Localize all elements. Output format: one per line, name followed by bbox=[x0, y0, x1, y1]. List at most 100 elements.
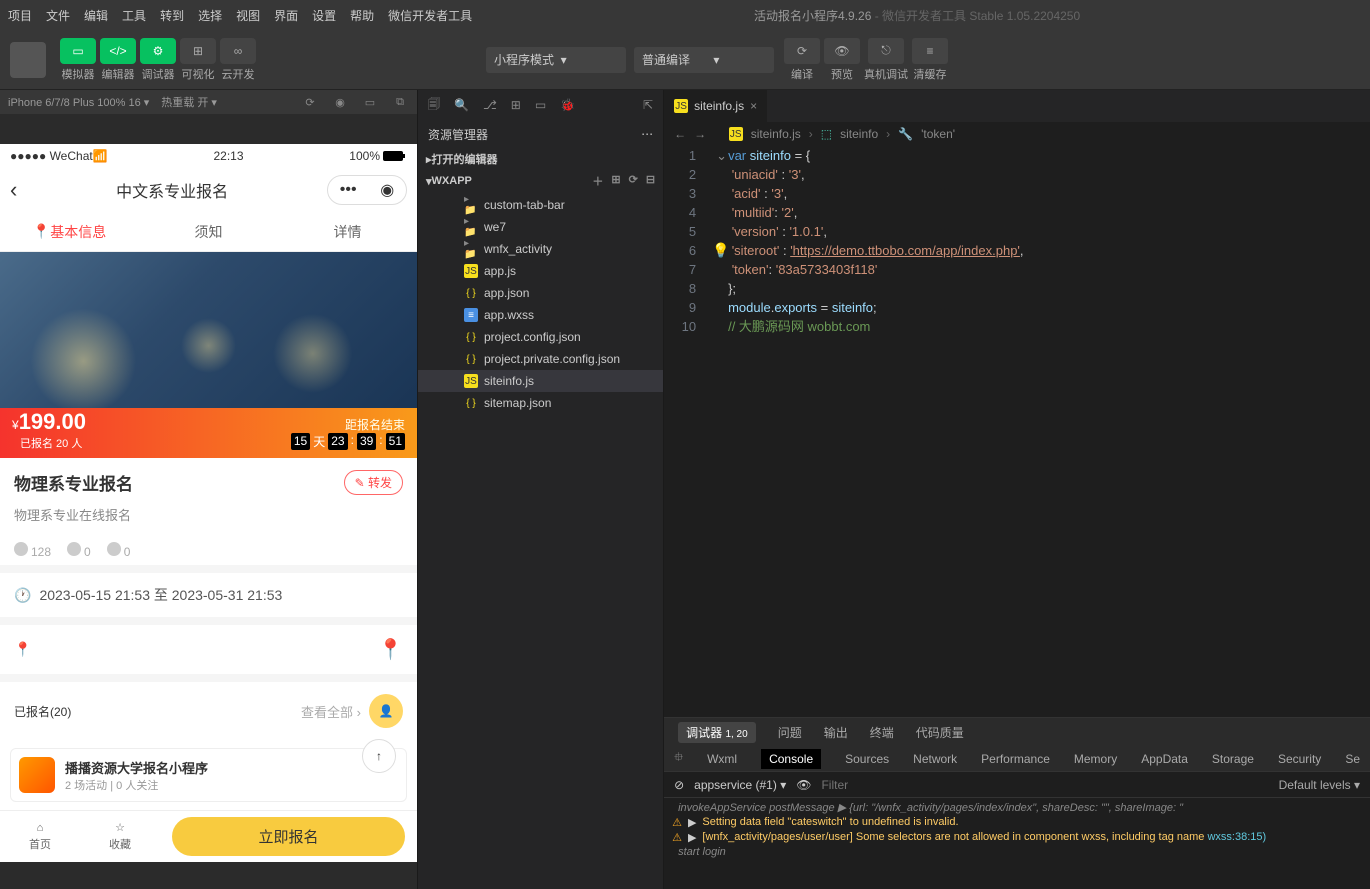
sub-storage[interactable]: Storage bbox=[1212, 752, 1254, 766]
file-siteinfo.js[interactable]: JS siteinfo.js bbox=[418, 370, 663, 392]
preview-icon[interactable]: 👁 bbox=[824, 38, 860, 64]
map-pin-icon[interactable]: 📍 bbox=[378, 637, 403, 662]
dbg-tab-terminal[interactable]: 终端 bbox=[870, 724, 894, 741]
clear-cache-icon[interactable]: ≡ bbox=[912, 38, 948, 64]
context-select[interactable]: appservice (#1) ▾ bbox=[694, 778, 786, 792]
ext2-icon[interactable]: ▭ bbox=[535, 98, 546, 112]
search-icon[interactable]: 🔍 bbox=[454, 98, 469, 112]
clear-icon[interactable]: ⊘ bbox=[674, 778, 684, 792]
sub-console[interactable]: Console bbox=[761, 749, 821, 769]
location-row[interactable]: 📍📍 bbox=[0, 617, 417, 674]
compile-mode-select[interactable]: 小程序模式 ▾ bbox=[486, 47, 626, 73]
debugger-button[interactable]: ⚙ bbox=[140, 38, 176, 64]
cloud-button[interactable]: ∞ bbox=[220, 38, 256, 64]
file-project.private.config.json[interactable]: { } project.private.config.json bbox=[418, 348, 663, 370]
collapse-icon[interactable]: ⊟ bbox=[646, 173, 655, 189]
menu-item[interactable]: 工具 bbox=[122, 7, 146, 24]
compile-icon[interactable]: ⟳ bbox=[784, 38, 820, 64]
sub-appdata[interactable]: AppData bbox=[1141, 752, 1188, 766]
file-app.json[interactable]: { } app.json bbox=[418, 282, 663, 304]
tabbar-home[interactable]: ⌂首页 bbox=[0, 811, 80, 862]
dbg-tab-problems[interactable]: 问题 bbox=[778, 724, 802, 741]
enrolled-row[interactable]: 已报名(20) 查看全部 › 👤 bbox=[0, 674, 417, 740]
view-all-link[interactable]: 查看全部 › bbox=[301, 702, 361, 721]
back-nav-icon[interactable]: ← bbox=[674, 127, 686, 141]
menu-item[interactable]: 转到 bbox=[160, 7, 184, 24]
filter-input[interactable] bbox=[821, 778, 1268, 792]
file-project.config.json[interactable]: { } project.config.json bbox=[418, 326, 663, 348]
sub-network[interactable]: Network bbox=[913, 752, 957, 766]
git-icon[interactable]: ⎇ bbox=[483, 98, 497, 112]
file-sitemap.json[interactable]: { } sitemap.json bbox=[418, 392, 663, 414]
capsule-menu[interactable]: •••◉ bbox=[327, 175, 407, 205]
share-button[interactable]: ✎ 转发 bbox=[344, 470, 403, 495]
tab-notice[interactable]: 须知 bbox=[139, 212, 278, 251]
open-editors-section[interactable]: ▸ 打开的编辑器 bbox=[418, 148, 663, 170]
editor-tab[interactable]: JSsiteinfo.js× bbox=[664, 90, 767, 122]
console-log[interactable]: invokeAppService postMessage ▶ {url: "/w… bbox=[664, 798, 1370, 889]
menu-item[interactable]: 帮助 bbox=[350, 7, 374, 24]
sub-wxml[interactable]: Wxml bbox=[707, 752, 737, 766]
hot-reload-toggle[interactable]: 热重载 开 ▾ bbox=[161, 94, 217, 110]
eye-icon[interactable]: 👁 bbox=[796, 778, 811, 792]
promo-card[interactable]: ↑ 播播资源大学报名小程序2 场活动 | 0 人关注 bbox=[10, 748, 407, 802]
file-we7[interactable]: ▸ 📁 we7 bbox=[418, 216, 663, 238]
refresh-tree-icon[interactable]: ⟳ bbox=[629, 173, 638, 189]
menu-item[interactable]: 选择 bbox=[198, 7, 222, 24]
clock-icon: 🕐 bbox=[14, 587, 31, 604]
file-wnfx_activity[interactable]: ▸ 📁 wnfx_activity bbox=[418, 238, 663, 260]
new-folder-icon[interactable]: ⊞ bbox=[611, 173, 620, 189]
device-icon[interactable]: ▭ bbox=[361, 93, 379, 111]
tabbar-fav[interactable]: ☆收藏 bbox=[80, 811, 160, 862]
menu-item[interactable]: 视图 bbox=[236, 7, 260, 24]
pin-icon[interactable]: ⇱ bbox=[643, 98, 653, 112]
simulator-button[interactable]: ▭ bbox=[60, 38, 96, 64]
split-icon[interactable]: ⧉ bbox=[391, 93, 409, 111]
close-icon[interactable]: × bbox=[750, 99, 757, 113]
tab-detail[interactable]: 详情 bbox=[278, 212, 417, 251]
lightbulb-icon[interactable]: 💡 bbox=[712, 241, 729, 260]
files-icon[interactable]: 🗐 bbox=[428, 95, 440, 116]
tab-basic[interactable]: 📍基本信息 bbox=[0, 212, 139, 251]
file-app.js[interactable]: JS app.js bbox=[418, 260, 663, 282]
more-icon[interactable]: ⋯ bbox=[641, 127, 653, 141]
file-app.wxss[interactable]: ≡ app.wxss bbox=[418, 304, 663, 326]
menu-item[interactable]: 界面 bbox=[274, 7, 298, 24]
file-custom-tab-bar[interactable]: ▸ 📁 custom-tab-bar bbox=[418, 194, 663, 216]
dbg-tab-quality[interactable]: 代码质量 bbox=[916, 724, 964, 741]
sub-memory[interactable]: Memory bbox=[1074, 752, 1117, 766]
root-section[interactable]: ▾ WXAPP ＋⊞⟳⊟ bbox=[418, 170, 663, 192]
sub-performance[interactable]: Performance bbox=[981, 752, 1050, 766]
menu-item[interactable]: 编辑 bbox=[84, 7, 108, 24]
menu-item[interactable]: 项目 bbox=[8, 7, 32, 24]
dbg-tab-output[interactable]: 输出 bbox=[824, 724, 848, 741]
fwd-nav-icon[interactable]: → bbox=[694, 127, 706, 141]
ext3-icon[interactable]: 🐞 bbox=[560, 98, 575, 112]
code-editor: JSsiteinfo.js× ← → JSsiteinfo.js› ⬚sitei… bbox=[664, 90, 1370, 889]
menu-item[interactable]: 设置 bbox=[312, 7, 336, 24]
inspect-icon[interactable]: ⯐ bbox=[674, 748, 683, 769]
record-icon[interactable]: ◉ bbox=[331, 93, 349, 111]
back-icon[interactable]: ‹ bbox=[10, 177, 17, 203]
remote-debug-icon[interactable]: ⎋ bbox=[868, 38, 904, 64]
ext1-icon[interactable]: ⊞ bbox=[511, 98, 521, 112]
device-selector[interactable]: iPhone 6/7/8 Plus 100% 16 ▾ bbox=[8, 96, 149, 109]
promo-thumb bbox=[19, 757, 55, 793]
tabbar: ⌂首页 ☆收藏 立即报名 bbox=[0, 810, 417, 862]
new-file-icon[interactable]: ＋ bbox=[592, 173, 603, 189]
menu-item[interactable]: 微信开发者工具 bbox=[388, 7, 472, 24]
levels-select[interactable]: Default levels ▾ bbox=[1279, 778, 1360, 792]
menu-item[interactable]: 文件 bbox=[46, 7, 70, 24]
sub-sources[interactable]: Sources bbox=[845, 752, 889, 766]
visual-button[interactable]: ⊞ bbox=[180, 38, 216, 64]
dbg-tab-debugger[interactable]: 调试器 1, 20 bbox=[678, 722, 756, 743]
simulator-panel: iPhone 6/7/8 Plus 100% 16 ▾ 热重载 开 ▾ ⟳ ◉ … bbox=[0, 90, 417, 889]
code-area[interactable]: 💡 12345678910 ⌄var siteinfo = { 'uniacid… bbox=[664, 146, 1370, 717]
sub-more[interactable]: Se bbox=[1345, 752, 1360, 766]
refresh-icon[interactable]: ⟳ bbox=[301, 93, 319, 111]
compile-target-select[interactable]: 普通编译 ▾ bbox=[634, 47, 774, 73]
enroll-button[interactable]: 立即报名 bbox=[172, 817, 405, 856]
editor-button[interactable]: </> bbox=[100, 38, 136, 64]
scroll-top-button[interactable]: ↑ bbox=[362, 739, 396, 773]
sub-security[interactable]: Security bbox=[1278, 752, 1321, 766]
